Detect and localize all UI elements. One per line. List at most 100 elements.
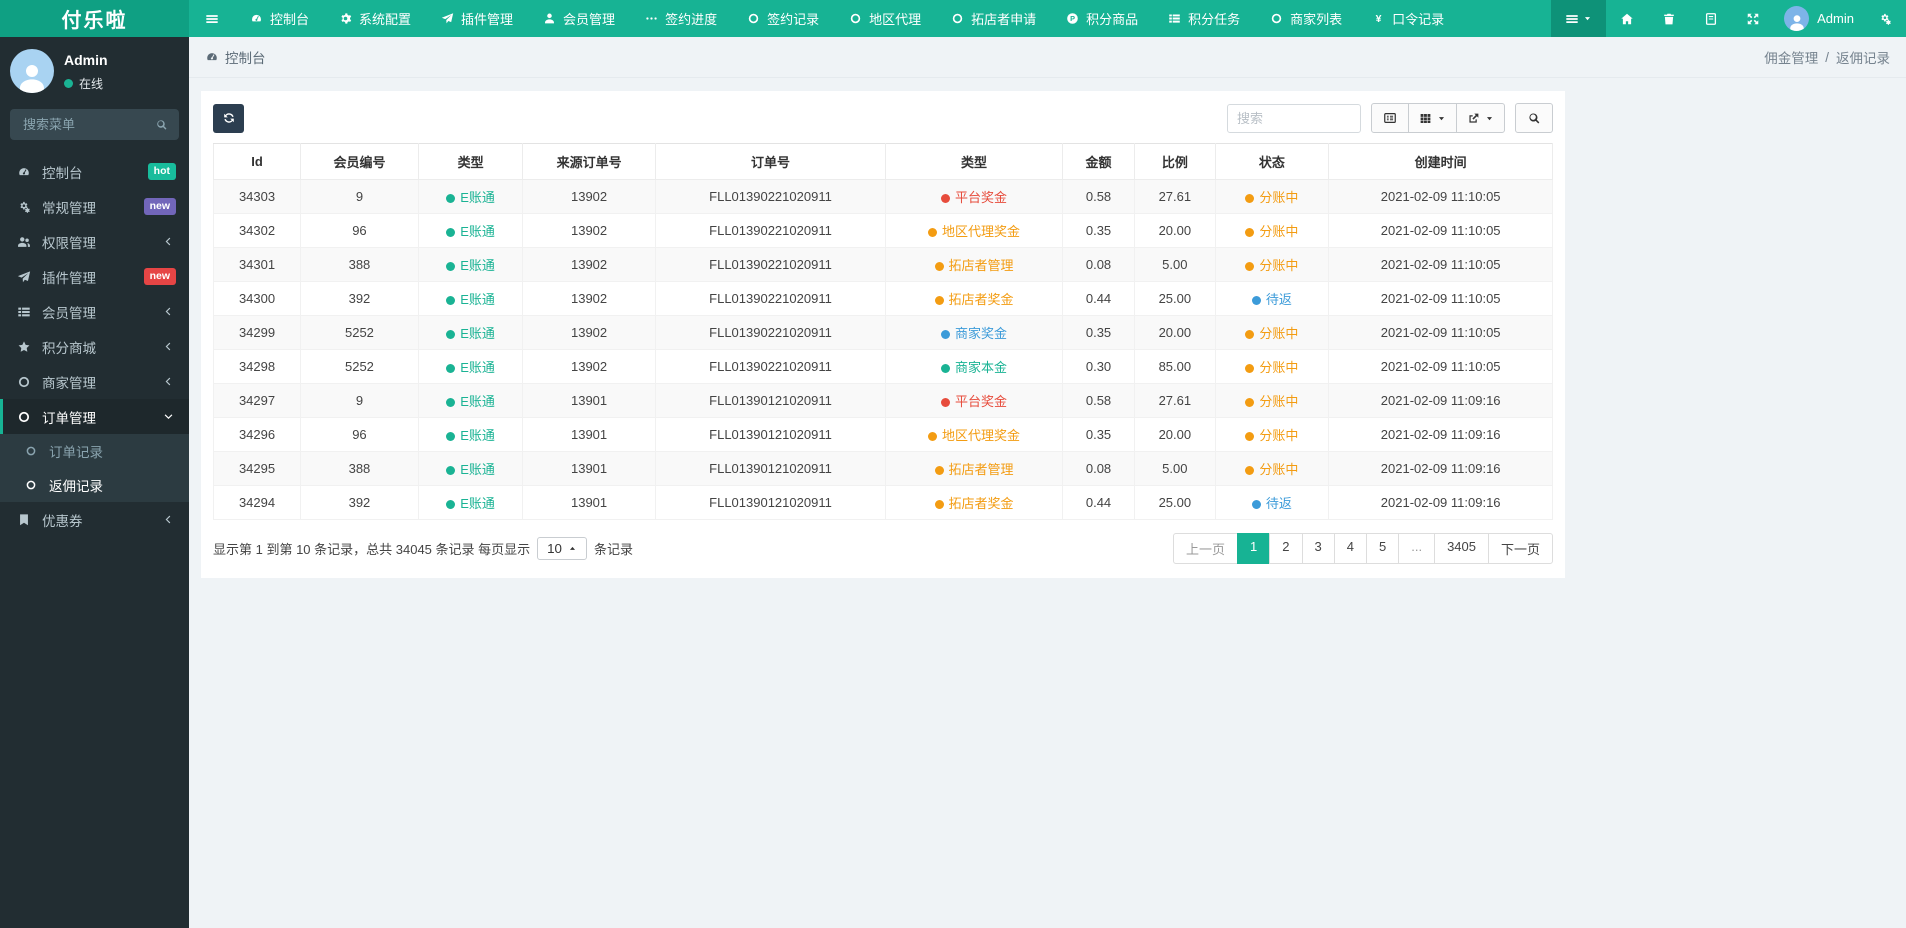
cell-ratio: 27.61 [1134, 179, 1216, 214]
search-icon[interactable] [155, 118, 168, 131]
page-button-5[interactable]: 5 [1365, 533, 1400, 564]
sidebar-item-points-mall[interactable]: 积分商城 [0, 329, 189, 364]
page-button-3405[interactable]: 3405 [1434, 533, 1489, 564]
sidebar-item-merchant-manage[interactable]: 商家管理 [0, 364, 189, 399]
nav-item-shop-developer-apply[interactable]: 拓店者申请 [936, 0, 1051, 37]
cell-type: E账通 [417, 247, 524, 282]
nav-item-label: 插件管理 [461, 12, 514, 27]
sidebar-item-permission-manage[interactable]: 权限管理 [0, 224, 189, 259]
page-next-button[interactable]: 下一页 [1487, 533, 1553, 564]
status-dot [1245, 466, 1255, 475]
menu-search-input[interactable] [21, 116, 149, 133]
docs-button[interactable] [1690, 0, 1732, 37]
paging-toggle-button[interactable] [1371, 103, 1409, 133]
status-dot [941, 398, 950, 407]
page-button-4[interactable]: 4 [1333, 533, 1367, 564]
home-button[interactable] [1606, 0, 1648, 37]
svg-text:P: P [1070, 14, 1075, 23]
content-header: 控制台 佣金管理 / 返佣记录 [189, 37, 1906, 78]
brand[interactable]: 付乐啦 [0, 0, 189, 37]
cell-bonus-type: 拓店者管理 [885, 451, 1063, 486]
columns-button[interactable] [1408, 103, 1457, 133]
status-dot [1251, 500, 1261, 509]
sidebar-toggle-button[interactable] [189, 0, 235, 37]
breadcrumb-current[interactable]: 返佣记录 [1836, 47, 1890, 67]
cell-order-no: FLL01390121020911 [654, 383, 887, 418]
page-size-dropdown[interactable]: 10 [537, 537, 587, 560]
cell-amount: 0.35 [1061, 315, 1136, 350]
cell-created-at: 2021-02-09 11:09:16 [1328, 451, 1553, 486]
cell-label: E账通 [460, 496, 495, 511]
nav-item-points-goods[interactable]: P 积分商品 [1051, 0, 1153, 37]
nav-item-area-agent[interactable]: 地区代理 [834, 0, 936, 37]
cell-label: 拓店者管理 [948, 462, 1014, 477]
sidebar-item-coupons[interactable]: 优惠券 [0, 502, 189, 537]
cell-order-no: FLL01390121020911 [654, 485, 887, 520]
cell-type: E账通 [417, 417, 524, 452]
cell-ratio: 20.00 [1134, 417, 1216, 452]
sidebar-item-order-records[interactable]: 订单记录 [0, 434, 189, 468]
sidebar-item-console[interactable]: 控制台 hot [0, 154, 189, 189]
cell-amount: 0.08 [1061, 247, 1136, 282]
sidebar-item-rebate-records[interactable]: 返佣记录 [0, 468, 189, 502]
user-name: Admin [64, 52, 108, 68]
caret-up-icon [568, 544, 577, 553]
table-row: 34298 5252 E账通 13902 FLL01390221020911 商家本金 0.… [212, 349, 1553, 384]
cell-label: 平台奖金 [955, 190, 1008, 205]
nav-item-merchant-list[interactable]: 商家列表 [1255, 0, 1357, 37]
cell-status: 待返 [1214, 281, 1330, 316]
page-button-3[interactable]: 3 [1301, 533, 1335, 564]
nav-item-label: 积分任务 [1188, 12, 1241, 27]
status-dot [941, 330, 950, 339]
sidebar-item-general-manage[interactable]: 常规管理 new [0, 189, 189, 224]
cell-order-no: FLL01390121020911 [654, 451, 887, 486]
user-menu[interactable]: Admin [1774, 6, 1864, 31]
badge-hot: hot [147, 163, 176, 180]
nav-item-sign-records[interactable]: 签约记录 [732, 0, 834, 37]
column-header-bonus-type: 类型 [885, 143, 1063, 180]
trash-icon [1662, 12, 1676, 26]
sidebar-item-member-manage[interactable]: 会员管理 [0, 294, 189, 329]
page-ellipsis[interactable]: ... [1398, 533, 1436, 564]
cell-amount: 0.58 [1061, 383, 1136, 418]
fullscreen-button[interactable] [1732, 0, 1774, 37]
page-button-2[interactable]: 2 [1269, 533, 1303, 564]
page-prev-button[interactable]: 上一页 [1173, 533, 1239, 564]
nav-item-password-records[interactable]: ¥ 口令记录 [1357, 0, 1459, 37]
settings-button[interactable] [1864, 0, 1906, 37]
cell-bonus-type: 地区代理奖金 [885, 417, 1063, 452]
cell-created-at: 2021-02-09 11:10:05 [1328, 315, 1553, 350]
cell-member-no: 96 [300, 417, 419, 452]
nav-item-system-config[interactable]: 系统配置 [324, 0, 426, 37]
tabs-dropdown-button[interactable] [1551, 0, 1607, 37]
table-card: Id会员编号类型来源订单号订单号类型金额比例状态创建时间 343039E账通13… [201, 91, 1565, 578]
cell-label: E账通 [460, 462, 495, 477]
nav-item-plugin-manage[interactable]: 插件管理 [426, 0, 528, 37]
export-button[interactable] [1456, 103, 1505, 133]
star-icon [16, 340, 32, 354]
gears-icon [16, 200, 32, 214]
cell-created-at: 2021-02-09 11:09:16 [1328, 485, 1553, 520]
refresh-button[interactable] [213, 103, 244, 133]
table-search-input[interactable] [1227, 103, 1361, 133]
cell-source-order-no: 13901 [522, 451, 656, 486]
cell-label: E账通 [460, 428, 495, 443]
nav-item-console[interactable]: 控制台 [235, 0, 324, 37]
nav-item-points-tasks[interactable]: 积分任务 [1153, 0, 1255, 37]
breadcrumb-parent[interactable]: 佣金管理 [1764, 47, 1818, 67]
nav-item-label: 系统配置 [359, 12, 412, 27]
sidebar-item-plugin-manage[interactable]: 插件管理 new [0, 259, 189, 294]
column-header-ratio: 比例 [1134, 143, 1216, 180]
sidebar-item-order-manage[interactable]: 订单管理 [0, 399, 189, 434]
nav-item-label: 口令记录 [1392, 12, 1445, 27]
page-button-1[interactable]: 1 [1237, 533, 1271, 564]
circle-icon [951, 12, 964, 25]
status-dot [1245, 262, 1255, 271]
cell-ratio: 27.61 [1134, 383, 1216, 418]
send-icon [441, 12, 454, 25]
search-button[interactable] [1515, 103, 1553, 133]
nav-item-member-manage[interactable]: 会员管理 [528, 0, 630, 37]
clear-cache-button[interactable] [1648, 0, 1690, 37]
nav-item-sign-progress[interactable]: 签约进度 [630, 0, 732, 37]
cell-status: 分账中 [1214, 417, 1330, 452]
